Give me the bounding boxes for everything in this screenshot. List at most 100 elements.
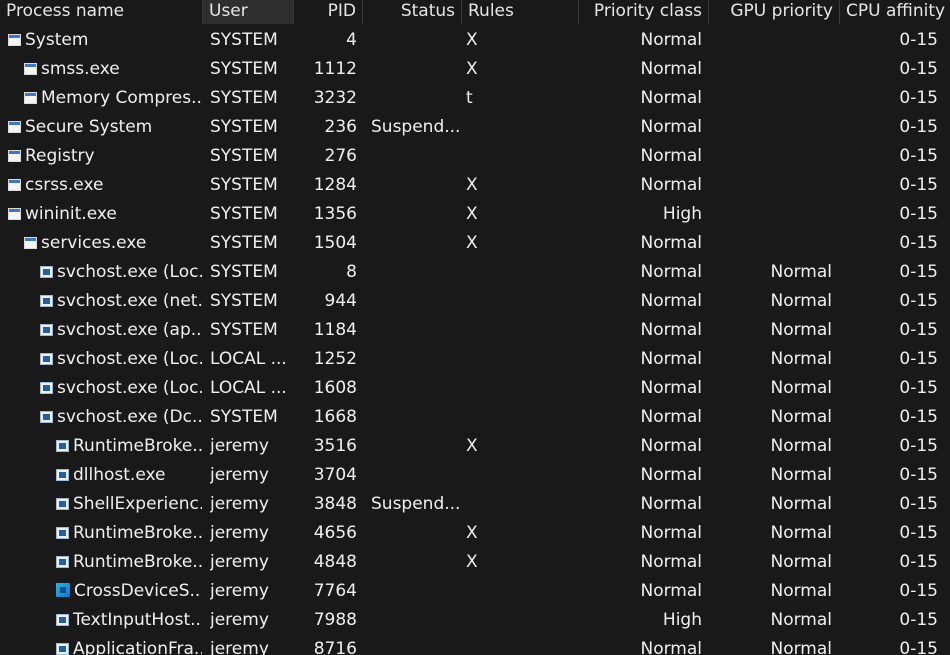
table-row[interactable]: RuntimeBroke... jeremy 3516 X Normal Normal 0-… <box>0 432 950 461</box>
rules-cell: X <box>466 30 478 50</box>
rules-cell <box>466 345 576 374</box>
process-name-cell[interactable]: smss.exe <box>0 55 202 84</box>
service-icon <box>56 556 69 568</box>
table-row[interactable]: wininit.exe SYSTEM 1356 X High 0-15 <box>0 200 950 229</box>
priority-class-cell: Normal <box>640 523 702 543</box>
status-cell <box>371 519 459 548</box>
column-divider[interactable] <box>578 0 579 24</box>
table-row[interactable]: smss.exe SYSTEM 1112 X Normal 0-15 <box>0 55 950 84</box>
column-header-priority-class[interactable]: Priority class <box>579 0 708 24</box>
process-name-cell[interactable]: svchost.exe (net... <box>0 287 202 316</box>
status-cell <box>371 577 459 606</box>
table-row[interactable]: svchost.exe (ap... SYSTEM 1184 Normal Normal… <box>0 316 950 345</box>
table-row[interactable]: svchost.exe (Loc... LOCAL ... 1608 Normal No… <box>0 374 950 403</box>
process-name-cell[interactable]: RuntimeBroke... <box>0 548 202 577</box>
gpu-priority-cell: Normal <box>770 436 832 456</box>
process-name-cell[interactable]: svchost.exe (ap... <box>0 316 202 345</box>
gpu-priority-cell: Normal <box>770 494 832 514</box>
table-row[interactable]: CrossDeviceS... jeremy 7764 Normal Normal 0-1… <box>0 577 950 606</box>
table-row[interactable]: System SYSTEM 4 X Normal 0-15 <box>0 26 950 55</box>
column-divider[interactable] <box>708 0 709 24</box>
service-icon <box>56 440 69 452</box>
process-name: svchost.exe (Loc... <box>57 262 202 282</box>
status-cell <box>371 26 459 55</box>
process-name-cell[interactable]: dllhost.exe <box>0 461 202 490</box>
status-cell <box>371 374 459 403</box>
window-icon <box>24 63 37 75</box>
column-divider[interactable] <box>293 0 294 24</box>
process-name-cell[interactable]: svchost.exe (Loc... <box>0 345 202 374</box>
column-header-process-name[interactable]: Process name <box>0 0 202 24</box>
table-row[interactable]: RuntimeBroke... jeremy 4848 X Normal Normal 0-… <box>0 548 950 577</box>
column-header-rules[interactable]: Rules <box>462 0 578 24</box>
cpu-affinity-cell: 0-15 <box>899 291 938 311</box>
pid-cell: 1356 <box>313 204 357 224</box>
process-name-cell[interactable]: RuntimeBroke... <box>0 519 202 548</box>
process-name: svchost.exe (Loc... <box>57 349 202 369</box>
process-name-cell[interactable]: Memory Compres... <box>0 84 202 113</box>
column-divider[interactable] <box>461 0 462 24</box>
table-row[interactable]: Memory Compres... SYSTEM 3232 t Normal 0-15 <box>0 84 950 113</box>
column-header-user[interactable]: User <box>203 0 293 24</box>
table-row[interactable]: dllhost.exe jeremy 3704 Normal Normal 0-15 <box>0 461 950 490</box>
process-name-cell[interactable]: CrossDeviceS... <box>0 577 202 606</box>
user-cell: jeremy <box>210 639 269 655</box>
cpu-affinity-cell: 0-15 <box>899 378 938 398</box>
status-cell <box>371 461 459 490</box>
process-name-cell[interactable]: System <box>0 26 202 55</box>
process-name-cell[interactable]: ApplicationFra... <box>0 635 202 655</box>
process-name: svchost.exe (Dc... <box>57 407 202 427</box>
column-divider[interactable] <box>202 0 203 24</box>
table-row[interactable]: Secure System SYSTEM 236 Suspend... Normal 0-… <box>0 113 950 142</box>
table-row[interactable]: svchost.exe (Dc... SYSTEM 1668 Normal Normal… <box>0 403 950 432</box>
gpu-priority-cell: Normal <box>770 320 832 340</box>
column-header-status[interactable]: Status <box>363 0 461 24</box>
rules-cell <box>466 374 576 403</box>
table-row[interactable]: RuntimeBroke... jeremy 4656 X Normal Normal 0-… <box>0 519 950 548</box>
status-cell <box>371 258 459 287</box>
column-divider[interactable] <box>839 0 840 24</box>
table-row[interactable]: svchost.exe (net... SYSTEM 944 Normal Normal… <box>0 287 950 316</box>
column-header-gpu-priority[interactable]: GPU priority <box>709 0 839 24</box>
process-name-cell[interactable]: ShellExperienc... <box>0 490 202 519</box>
priority-class-cell: Normal <box>640 378 702 398</box>
cpu-affinity-cell: 0-15 <box>899 639 938 655</box>
process-name-cell[interactable]: wininit.exe <box>0 200 202 229</box>
process-name-cell[interactable]: svchost.exe (Loc... <box>0 374 202 403</box>
window-icon <box>8 121 21 133</box>
process-name-cell[interactable]: TextInputHost.... <box>0 606 202 635</box>
column-divider[interactable] <box>362 0 363 24</box>
process-name-cell[interactable]: csrss.exe <box>0 171 202 200</box>
rules-cell <box>466 577 576 606</box>
cpu-affinity-cell: 0-15 <box>899 523 938 543</box>
status-cell <box>371 316 459 345</box>
column-header-pid[interactable]: PID <box>294 0 362 24</box>
process-name: Secure System <box>25 117 153 137</box>
service-icon <box>56 643 69 655</box>
process-name-cell[interactable]: svchost.exe (Loc... <box>0 258 202 287</box>
process-name-cell[interactable]: Secure System <box>0 113 202 142</box>
process-name-cell[interactable]: services.exe <box>0 229 202 258</box>
table-row[interactable]: svchost.exe (Loc... LOCAL ... 1252 Normal No… <box>0 345 950 374</box>
gpu-priority-cell: Normal <box>770 610 832 630</box>
status-cell <box>371 635 459 655</box>
process-name-cell[interactable]: svchost.exe (Dc... <box>0 403 202 432</box>
process-name-cell[interactable]: Registry <box>0 142 202 171</box>
table-row[interactable]: ApplicationFra... jeremy 8716 Normal Normal 0… <box>0 635 950 655</box>
table-row[interactable]: TextInputHost.... jeremy 7988 High Normal 0-1… <box>0 606 950 635</box>
status-cell <box>371 84 459 113</box>
table-row[interactable]: Registry SYSTEM 276 Normal 0-15 <box>0 142 950 171</box>
pid-cell: 4848 <box>313 552 357 572</box>
table-row[interactable]: svchost.exe (Loc... SYSTEM 8 Normal Normal 0-… <box>0 258 950 287</box>
table-row[interactable]: services.exe SYSTEM 1504 X Normal 0-15 <box>0 229 950 258</box>
service-icon <box>40 266 53 278</box>
priority-class-cell: Normal <box>640 349 702 369</box>
priority-class-cell: Normal <box>640 146 702 166</box>
column-header-cpu-affinity[interactable]: CPU affinity <box>840 0 950 24</box>
status-cell <box>371 229 459 258</box>
table-row[interactable]: csrss.exe SYSTEM 1284 X Normal 0-15 <box>0 171 950 200</box>
table-row[interactable]: ShellExperienc... jeremy 3848 Suspend... Nor… <box>0 490 950 519</box>
process-name: Registry <box>25 146 95 166</box>
priority-class-cell: Normal <box>640 262 702 282</box>
process-name-cell[interactable]: RuntimeBroke... <box>0 432 202 461</box>
